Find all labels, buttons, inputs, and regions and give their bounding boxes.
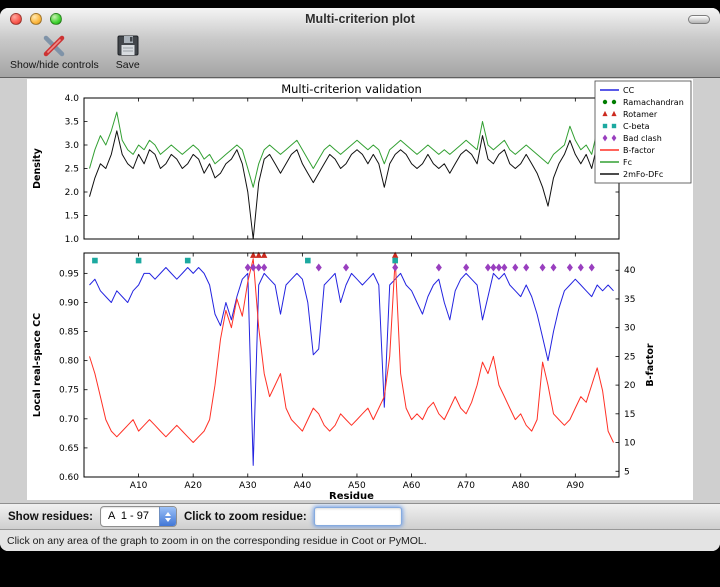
svg-text:40: 40 xyxy=(624,266,636,276)
svg-text:A60: A60 xyxy=(403,481,421,491)
svg-text:A80: A80 xyxy=(512,481,530,491)
svg-text:0.65: 0.65 xyxy=(59,444,79,454)
minimize-button[interactable] xyxy=(30,13,42,25)
status-bar: Click on any area of the graph to zoom i… xyxy=(0,529,720,551)
tool-label: Save xyxy=(116,59,140,71)
zoom-residue-label: Click to zoom residue: xyxy=(184,511,307,523)
controls-bar: Show residues: A 1 - 97 Click to zoom re… xyxy=(0,503,720,529)
svg-text:0.70: 0.70 xyxy=(59,415,79,425)
svg-text:A20: A20 xyxy=(184,481,202,491)
svg-text:1.0: 1.0 xyxy=(65,235,80,245)
svg-text:0.60: 0.60 xyxy=(59,473,79,483)
svg-text:25: 25 xyxy=(624,352,635,362)
svg-text:1.5: 1.5 xyxy=(65,212,79,222)
svg-text:A50: A50 xyxy=(348,481,366,491)
svg-text:A30: A30 xyxy=(239,481,257,491)
save-icon xyxy=(115,32,141,58)
svg-text:C-beta: C-beta xyxy=(623,122,650,131)
chart-legend: CC Ramachandran Rotamer C-beta Bad clash B-fa… xyxy=(595,81,691,183)
multi-criterion-chart[interactable]: Multi-criterion validation 1.0 1.5 2.0 2.5 3.… xyxy=(27,79,693,500)
titlebar[interactable]: Multi-criterion plot xyxy=(0,8,720,30)
plot-series xyxy=(90,112,614,465)
svg-text:5: 5 xyxy=(624,467,630,477)
tool-label: Show/hide controls xyxy=(10,59,99,71)
svg-text:0.80: 0.80 xyxy=(59,357,79,367)
svg-text:Fc: Fc xyxy=(623,158,632,167)
svg-text:Multi-criterion validation: Multi-criterion validation xyxy=(281,82,422,96)
svg-text:0.75: 0.75 xyxy=(59,386,79,396)
svg-text:A90: A90 xyxy=(567,481,585,491)
svg-text:2mFo-DFc: 2mFo-DFc xyxy=(623,170,663,179)
svg-text:Ramachandran: Ramachandran xyxy=(623,98,684,107)
show-residues-label: Show residues: xyxy=(8,511,93,523)
svg-text:20: 20 xyxy=(624,381,636,391)
residue-range-value: A 1 - 97 xyxy=(101,507,159,526)
plot-area: Multi-criterion validation 1.0 1.5 2.0 2.5 3.… xyxy=(0,78,720,503)
status-text: Click on any area of the graph to zoom i… xyxy=(7,535,427,547)
svg-text:30: 30 xyxy=(624,324,636,334)
show-hide-controls-button[interactable]: Show/hide controls xyxy=(10,32,99,71)
residue-range-select[interactable]: A 1 - 97 xyxy=(100,506,177,527)
maximize-button[interactable] xyxy=(50,13,62,25)
svg-text:2.0: 2.0 xyxy=(65,188,80,198)
combo-stepper-icon xyxy=(159,507,176,526)
svg-text:Local real-space CC: Local real-space CC xyxy=(32,313,43,417)
svg-text:A70: A70 xyxy=(457,481,475,491)
svg-text:15: 15 xyxy=(624,410,635,420)
svg-text:0.95: 0.95 xyxy=(59,269,79,279)
toolbar-toggle-button[interactable] xyxy=(688,15,710,24)
svg-text:0.90: 0.90 xyxy=(59,298,79,308)
figure[interactable]: Multi-criterion validation 1.0 1.5 2.0 2.5 3.… xyxy=(27,79,693,500)
svg-text:Residue: Residue xyxy=(329,491,374,500)
svg-text:10: 10 xyxy=(624,439,636,449)
window-title: Multi-criterion plot xyxy=(0,8,720,30)
svg-text:B-factor: B-factor xyxy=(623,146,656,155)
svg-text:0.85: 0.85 xyxy=(59,328,79,338)
svg-text:2.5: 2.5 xyxy=(65,165,79,175)
svg-text:4.0: 4.0 xyxy=(65,94,80,104)
svg-text:CC: CC xyxy=(623,86,635,95)
svg-text:Rotamer: Rotamer xyxy=(623,110,658,119)
window-header: Multi-criterion plot Show/hide controls xyxy=(0,8,720,78)
svg-text:B-factor: B-factor xyxy=(645,343,656,386)
svg-text:35: 35 xyxy=(624,295,635,305)
close-button[interactable] xyxy=(10,13,22,25)
app-window: Multi-criterion plot Show/hide controls xyxy=(0,8,720,551)
save-button[interactable]: Save xyxy=(115,32,141,71)
svg-text:3.0: 3.0 xyxy=(65,141,80,151)
svg-text:Bad clash: Bad clash xyxy=(623,134,662,143)
show-hide-controls-icon xyxy=(41,32,67,58)
zoom-residue-input[interactable] xyxy=(314,507,402,526)
svg-text:A40: A40 xyxy=(294,481,312,491)
svg-text:3.5: 3.5 xyxy=(65,118,79,128)
window-buttons xyxy=(10,13,62,25)
svg-text:A10: A10 xyxy=(130,481,148,491)
toolbar: Show/hide controls Save xyxy=(0,30,720,78)
svg-text:Density: Density xyxy=(32,147,43,189)
